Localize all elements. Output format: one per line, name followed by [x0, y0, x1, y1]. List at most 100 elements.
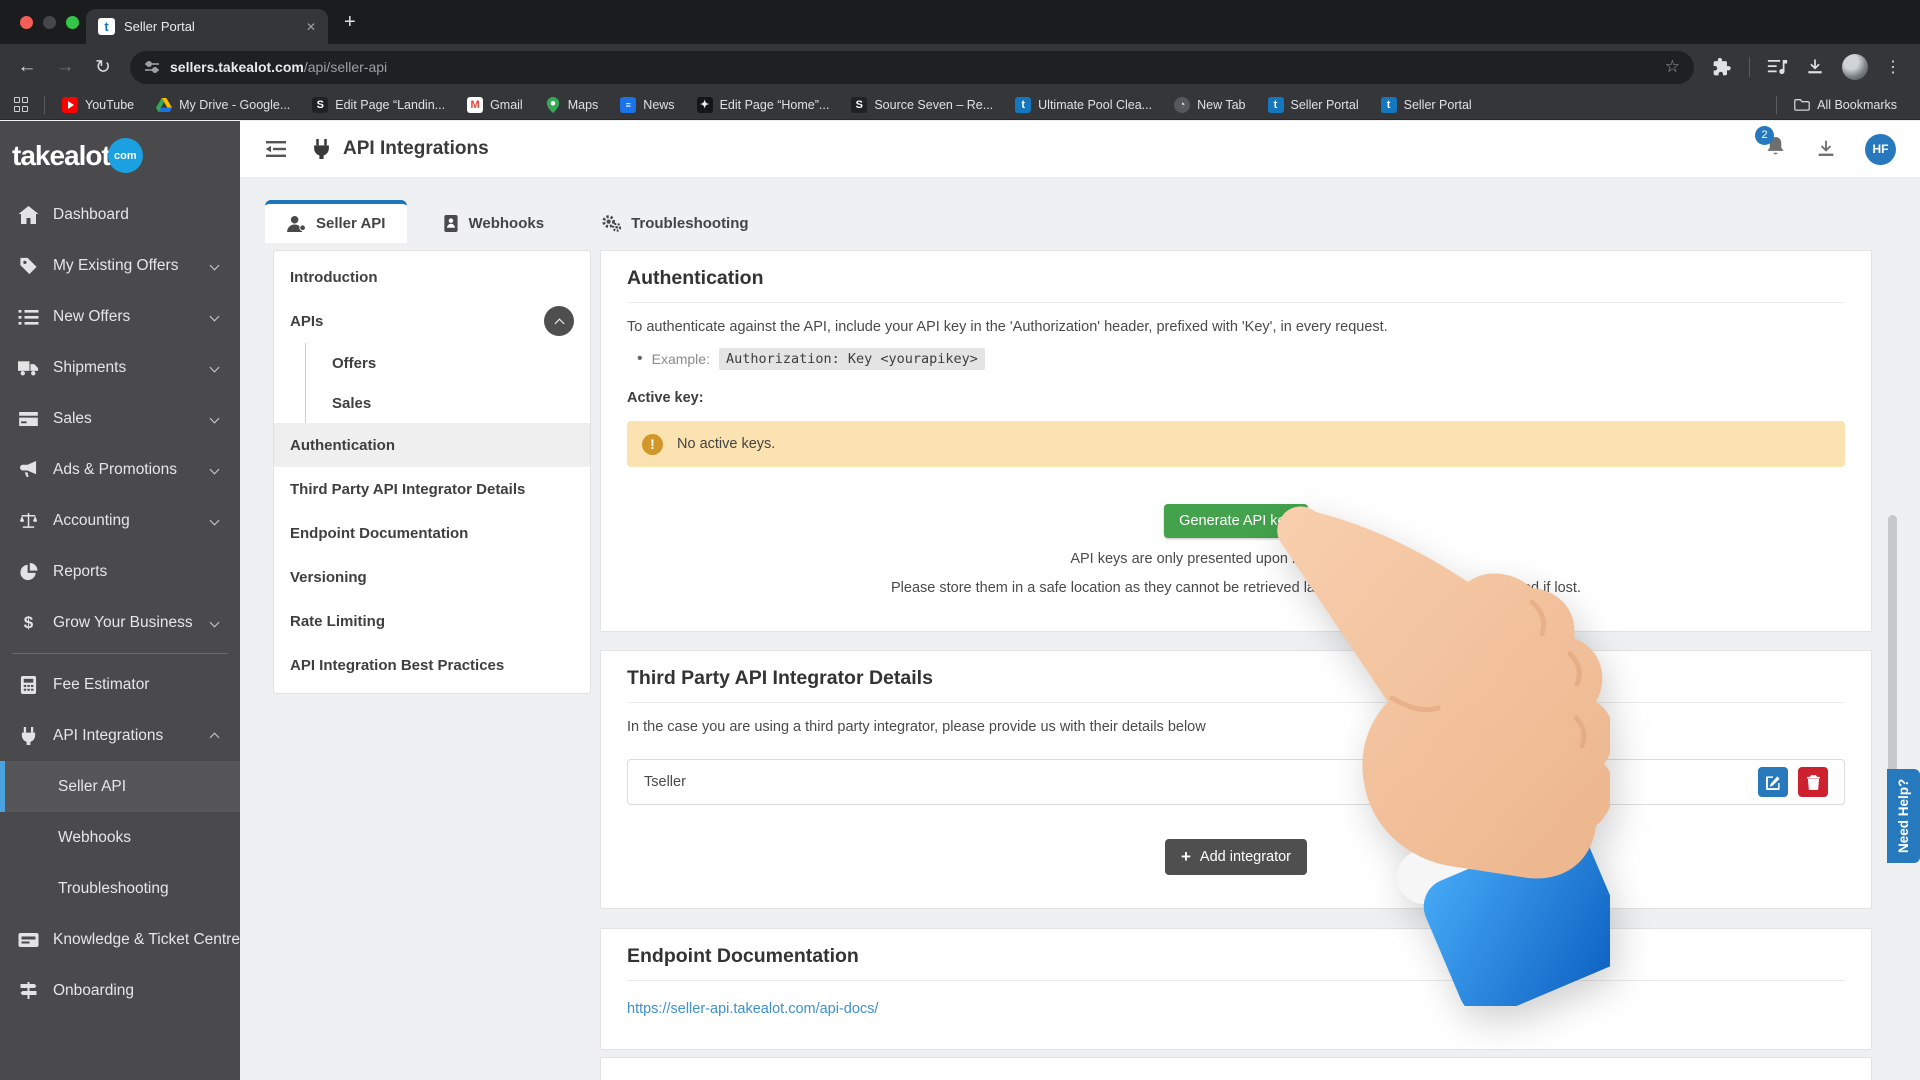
- sidebar-item-sales[interactable]: Sales: [0, 393, 240, 444]
- api-docs-link[interactable]: https://seller-api.takealot.com/api-docs…: [627, 1001, 878, 1017]
- tab-close-icon[interactable]: ✕: [306, 20, 316, 34]
- site-settings-icon[interactable]: [144, 59, 160, 75]
- bookmark-youtube[interactable]: YouTube: [51, 97, 145, 113]
- bookmark-source-seven[interactable]: S Source Seven – Re...: [840, 97, 1004, 113]
- news-icon: ≡: [620, 97, 636, 113]
- sidebar-item-knowledge-ticket-centre[interactable]: Knowledge & Ticket Centre: [0, 914, 240, 965]
- api-key-note-1: API keys are only presented upon initial…: [627, 551, 1845, 567]
- forward-icon[interactable]: →: [48, 50, 82, 84]
- sidebar-item-grow-your-business[interactable]: $ Grow Your Business: [0, 597, 240, 648]
- bookmark-maps[interactable]: Maps: [534, 97, 610, 113]
- edit-integrator-button[interactable]: [1758, 767, 1788, 797]
- add-integrator-button[interactable]: + Add integrator: [1165, 839, 1307, 875]
- toc-item-rate-limiting[interactable]: Rate Limiting: [274, 599, 590, 643]
- sidebar-item-troubleshooting[interactable]: Troubleshooting: [0, 863, 240, 914]
- bookmark-seller-portal-2[interactable]: t Seller Portal: [1370, 97, 1483, 113]
- notifications-button[interactable]: 2: [1764, 135, 1787, 164]
- trash-icon: [1807, 775, 1820, 790]
- browser-menu-icon[interactable]: ⋮: [1885, 57, 1902, 77]
- squarespace-icon: S: [851, 97, 867, 113]
- sidebar-item-ads-promotions[interactable]: Ads & Promotions: [0, 444, 240, 495]
- extensions-icon[interactable]: [1712, 57, 1732, 77]
- bookmark-star-icon[interactable]: ☆: [1665, 57, 1680, 77]
- close-window-button[interactable]: [20, 16, 33, 29]
- folder-icon: [1794, 98, 1810, 111]
- generate-api-key-button[interactable]: Generate API key: [1164, 504, 1308, 538]
- bookmark-new-tab[interactable]: ◔ New Tab: [1163, 97, 1256, 113]
- gears-icon: [602, 215, 621, 232]
- plug-icon: [18, 727, 39, 745]
- collapse-sidebar-icon[interactable]: [264, 140, 288, 158]
- toc-item-endpoint-documentation[interactable]: Endpoint Documentation: [274, 511, 590, 555]
- downloads-icon[interactable]: [1805, 57, 1825, 77]
- third-party-section: Third Party API Integrator Details In th…: [600, 650, 1872, 909]
- toc-item-third-party[interactable]: Third Party API Integrator Details: [274, 467, 590, 511]
- list-icon: [18, 309, 39, 325]
- bookmark-news[interactable]: ≡ News: [609, 97, 685, 113]
- back-icon[interactable]: ←: [10, 50, 44, 84]
- url-text[interactable]: sellers.takealot.com/api/seller-api: [170, 59, 387, 75]
- endpoint-documentation-section: Endpoint Documentation https://seller-ap…: [600, 928, 1872, 1050]
- address-bar[interactable]: sellers.takealot.com/api/seller-api ☆: [130, 51, 1694, 84]
- sidebar-item-onboarding[interactable]: Onboarding: [0, 965, 240, 1016]
- sidebar-item-new-offers[interactable]: New Offers: [0, 291, 240, 342]
- toc-item-apis[interactable]: APIs: [274, 299, 590, 343]
- tab-troubleshooting[interactable]: Troubleshooting: [580, 200, 771, 243]
- signpost-icon: [18, 982, 39, 999]
- toc-item-versioning[interactable]: Versioning: [274, 555, 590, 599]
- sidebar-divider: [12, 653, 228, 654]
- section-title: Endpoint Documentation: [627, 929, 1845, 981]
- toc-item-offers[interactable]: Offers: [306, 343, 590, 383]
- toc-apis-children: Offers Sales: [305, 343, 590, 423]
- bookmark-ultimate-pool[interactable]: t Ultimate Pool Clea...: [1004, 97, 1163, 113]
- tab-webhooks[interactable]: Webhooks: [421, 200, 566, 243]
- new-tab-button[interactable]: +: [344, 13, 356, 31]
- toc-item-best-practices[interactable]: API Integration Best Practices: [274, 643, 590, 687]
- toc-item-introduction[interactable]: Introduction: [274, 255, 590, 299]
- sidebar-item-api-integrations[interactable]: API Integrations: [0, 710, 240, 761]
- zoom-window-button[interactable]: [66, 16, 79, 29]
- megaphone-icon: [18, 461, 39, 478]
- bookmark-edit-page-landing[interactable]: S Edit Page “Landin...: [301, 97, 456, 113]
- chevron-down-icon: [210, 414, 220, 424]
- reload-icon[interactable]: ↻: [86, 50, 120, 84]
- download-icon[interactable]: [1815, 138, 1837, 160]
- user-avatar[interactable]: HF: [1865, 134, 1896, 165]
- takealot-logo[interactable]: takealot com: [0, 121, 240, 179]
- bookmark-seller-portal-1[interactable]: t Seller Portal: [1257, 97, 1370, 113]
- toc-item-sales[interactable]: Sales: [306, 383, 590, 423]
- bookmark-edit-page-home[interactable]: ✦ Edit Page “Home”...: [686, 97, 841, 113]
- dark-site-icon: ✦: [697, 97, 713, 113]
- bookmark-gmail[interactable]: M Gmail: [456, 97, 534, 113]
- seller-portal-page: takealot com Dashboard My Existing Offer…: [0, 121, 1920, 1080]
- sidebar-item-accounting[interactable]: Accounting: [0, 495, 240, 546]
- chevron-down-icon: [210, 261, 220, 271]
- minimize-window-button[interactable]: [43, 16, 56, 29]
- example-code: Authorization: Key <yourapikey>: [719, 348, 985, 370]
- browser-profile-avatar[interactable]: [1842, 54, 1868, 80]
- toc-item-authentication[interactable]: Authentication: [274, 423, 590, 467]
- truck-icon: [18, 360, 39, 376]
- sidebar-item-shipments[interactable]: Shipments: [0, 342, 240, 393]
- need-help-tab[interactable]: Need Help?: [1887, 769, 1920, 863]
- window-controls[interactable]: [20, 16, 79, 29]
- bookmarks-divider: [44, 96, 45, 114]
- browser-toolbar: ← → ↻ sellers.takealot.com/api/seller-ap…: [0, 44, 1920, 90]
- tab-seller-api[interactable]: Seller API: [265, 200, 407, 243]
- sidebar-item-webhooks[interactable]: Webhooks: [0, 812, 240, 863]
- sidebar-item-reports[interactable]: Reports: [0, 546, 240, 597]
- chevron-down-icon: [210, 363, 220, 373]
- delete-integrator-button[interactable]: [1798, 767, 1828, 797]
- apps-grid-icon[interactable]: [14, 97, 30, 113]
- bookmark-drive[interactable]: My Drive - Google...: [145, 97, 301, 113]
- sidebar-item-my-existing-offers[interactable]: My Existing Offers: [0, 240, 240, 291]
- active-key-label: Active key:: [627, 390, 1845, 406]
- media-controls-icon[interactable]: [1767, 58, 1788, 76]
- scrollbar-thumb[interactable]: [1888, 515, 1897, 777]
- all-bookmarks-button[interactable]: All Bookmarks: [1783, 98, 1908, 112]
- sidebar-item-dashboard[interactable]: Dashboard: [0, 189, 240, 240]
- sidebar-item-seller-api[interactable]: Seller API: [0, 761, 240, 812]
- browser-tab[interactable]: t Seller Portal ✕: [86, 9, 328, 44]
- sidebar-item-fee-estimator[interactable]: Fee Estimator: [0, 659, 240, 710]
- collapse-apis-button[interactable]: [544, 306, 574, 336]
